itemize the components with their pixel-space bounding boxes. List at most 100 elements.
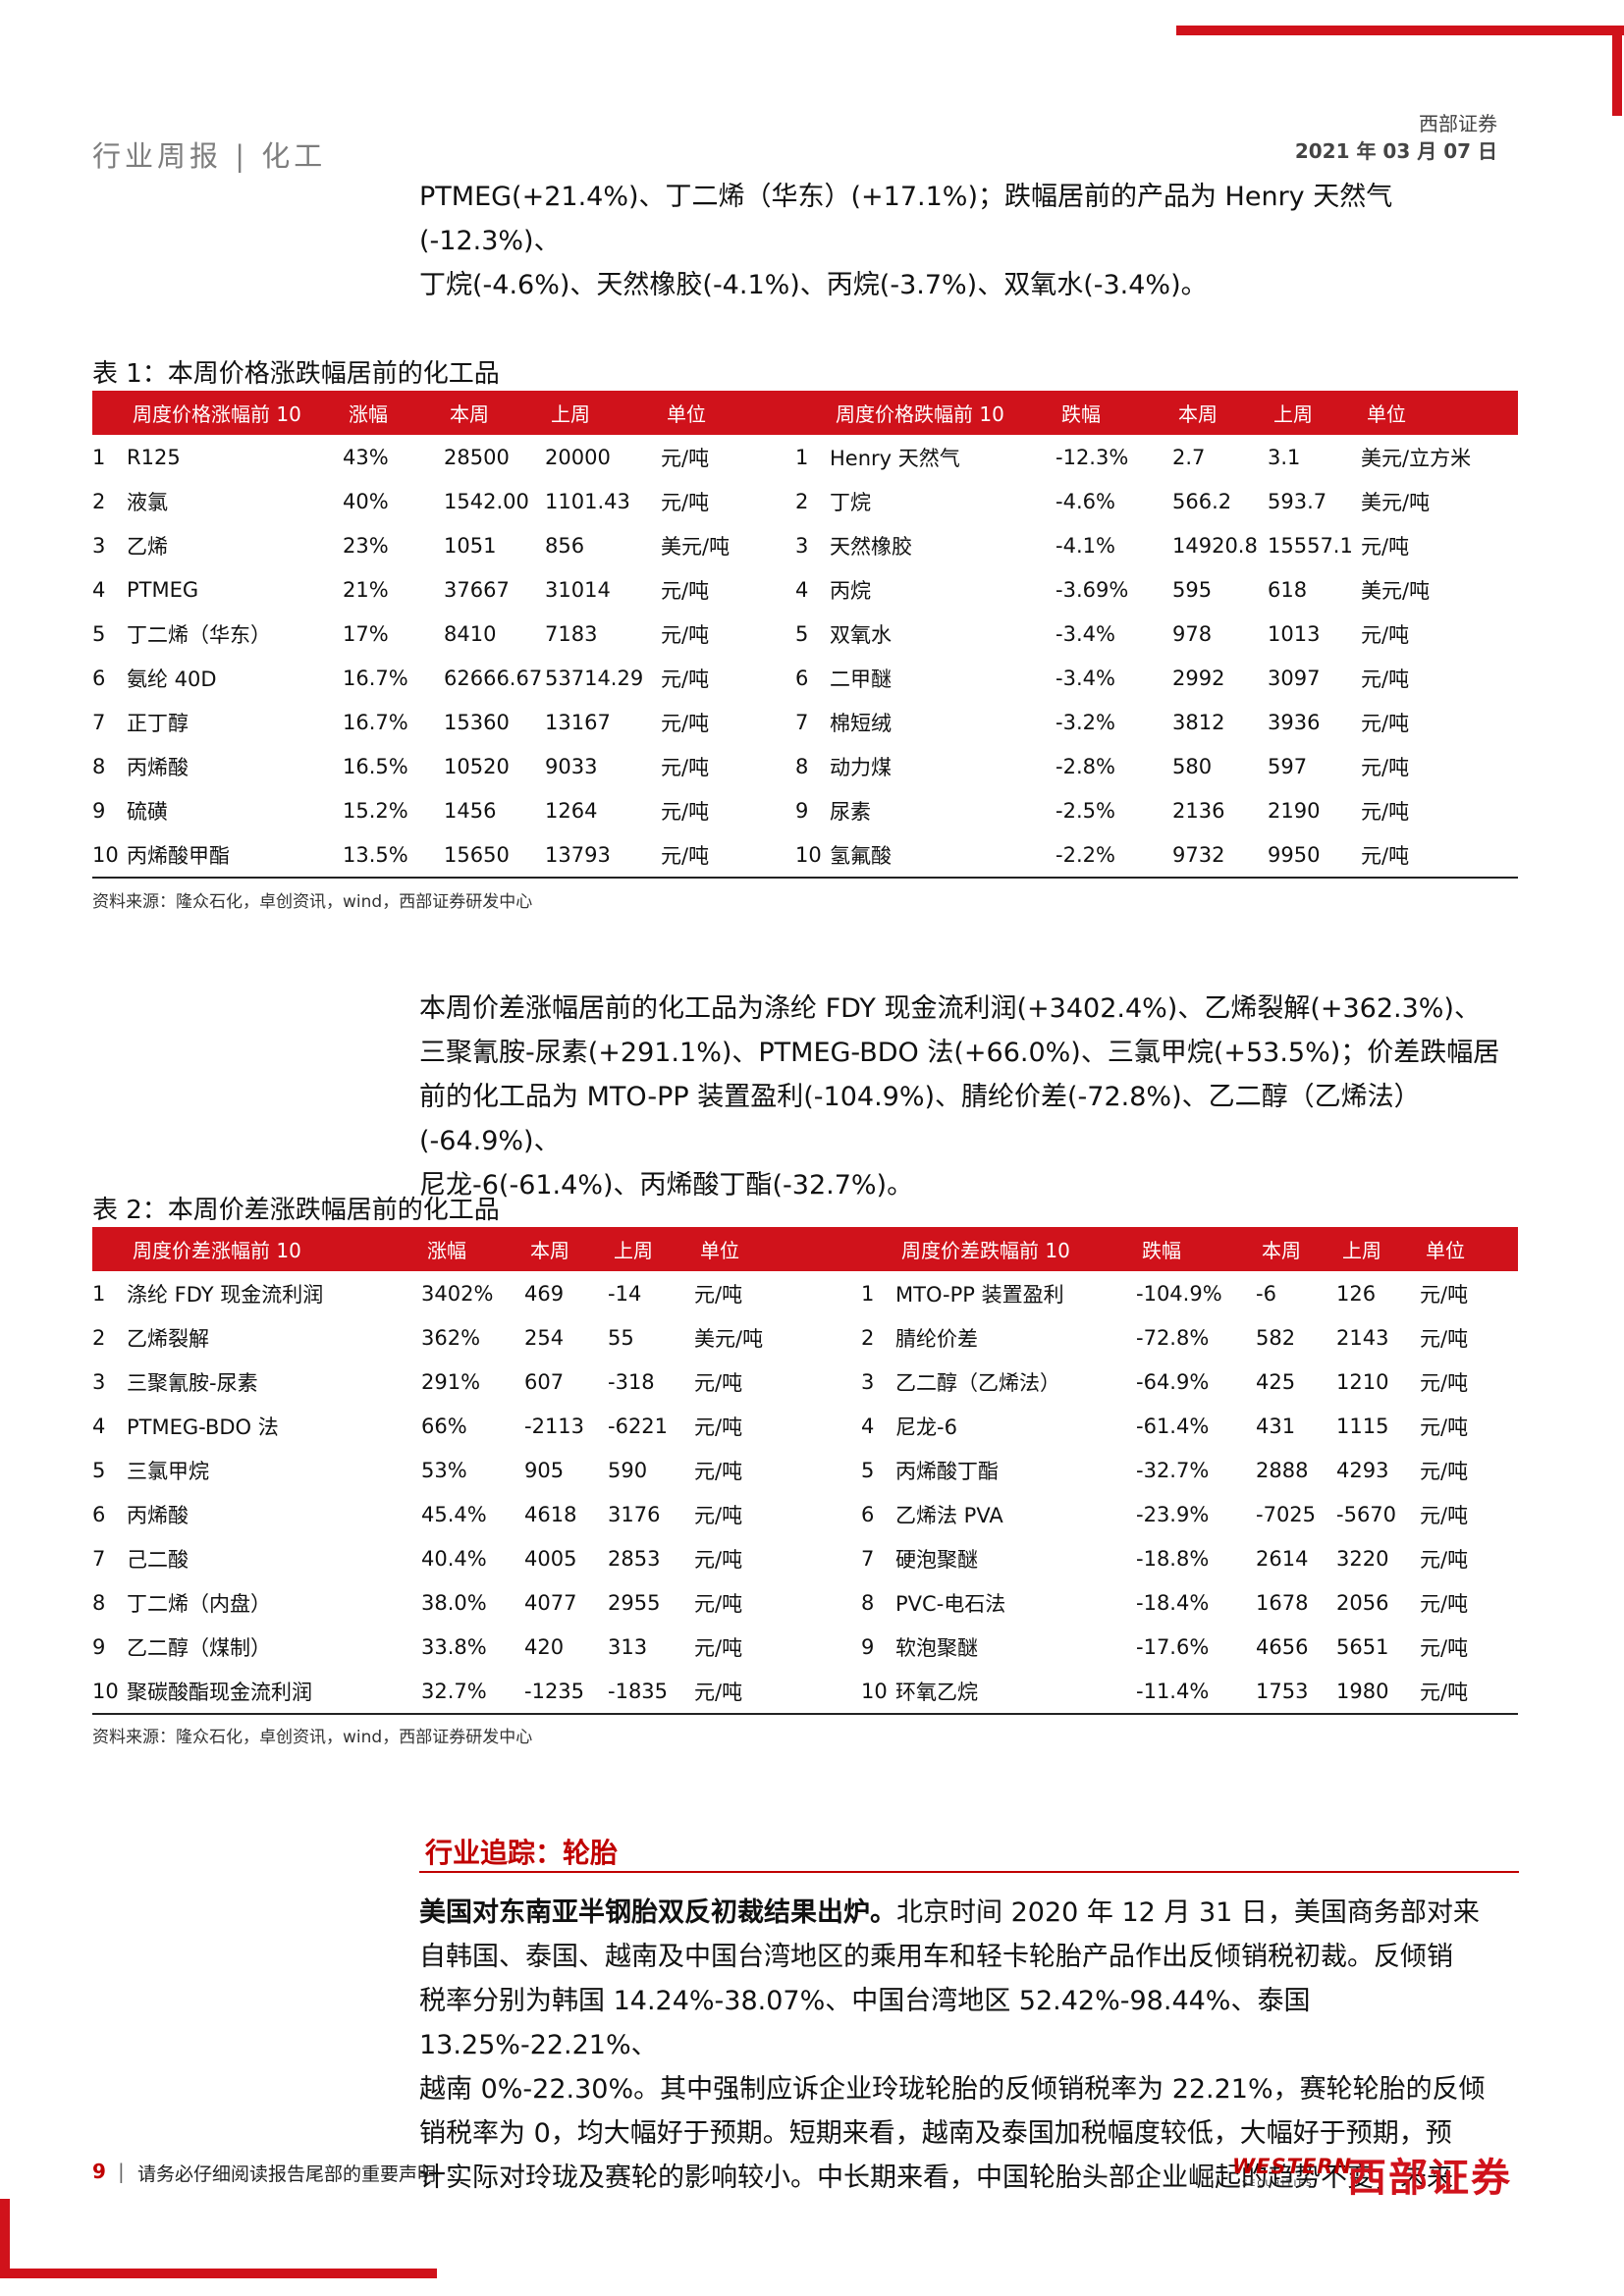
table2-cell: -61.4% xyxy=(1136,1414,1210,1438)
table1-cell: -4.1% xyxy=(1056,533,1115,558)
table2-cell: 2853 xyxy=(608,1546,661,1571)
table1-cell: 乙烯 xyxy=(127,534,168,559)
table2-cell: 元/吨 xyxy=(1420,1282,1469,1307)
table1-cell: 元/吨 xyxy=(661,578,710,603)
bottom-red-bar xyxy=(0,2269,437,2278)
table1-cell: 2.7 xyxy=(1172,445,1206,469)
table1-cell: -2.2% xyxy=(1056,832,1172,879)
table1-row: 5 丁二烯（华东） 17% 8410 7183 元/吨 5 双氧水 -3.4% 978 1013 元/… xyxy=(92,612,1518,656)
table2-cell: 4 xyxy=(92,1414,106,1438)
table2-row: 10 聚碳酸酯现金流利润 32.7% -1235 -1835 元/吨 10 环氧乙烷 -11.4… xyxy=(92,1669,1518,1715)
table1-cell: 1013 xyxy=(1268,621,1321,646)
table1-cell: 16.7% xyxy=(343,666,408,690)
table2-cell: -18.8% xyxy=(1136,1546,1210,1571)
table1-row: 9 硫磺 15.2% 1456 1264 元/吨 9 尿素 -2.5% 2136 2190 元/吨 xyxy=(92,788,1518,832)
report-date: 2021 年 03 月 07 日 xyxy=(1294,139,1497,163)
table2-header: 周度价差涨幅前 10 xyxy=(127,1227,421,1271)
table1-header-row: 周度价格涨幅前 10 涨幅 本周 上周 单位 周度价格跌幅前 10 跌幅 本周 … xyxy=(92,391,1518,435)
table2-cell: 元/吨 xyxy=(1420,1503,1469,1527)
table1-cell: -3.69% xyxy=(1056,577,1129,602)
table1-cell: 2 xyxy=(795,489,809,513)
table1-cell: 28500 xyxy=(444,445,510,469)
table1-cell: Henry 天然气 xyxy=(830,446,960,470)
middle-paragraph: 本周价差涨幅居前的化工品为涤纶 FDY 现金流利润(+3402.4%)、乙烯裂解… xyxy=(419,987,1529,1207)
table2-header: 单位 xyxy=(1420,1227,1518,1271)
table2-cell: PTMEG-BDO 法 xyxy=(127,1415,279,1439)
table1-cell: 元/吨 xyxy=(1361,534,1410,559)
paragraph-line: 前的化工品为 MTO-PP 装置盈利(-104.9%)、腈纶价差(-72.8%)… xyxy=(419,1082,1421,1156)
table1-cell: 1456 xyxy=(444,798,497,823)
table2-row: 5 三氯甲烷 53% 905 590 元/吨 5 丙烯酸丁酯 -32.7% 2888 4293 元/吨 xyxy=(92,1448,1518,1492)
logo-english: WESTERN xyxy=(1232,2155,1353,2178)
table2-cell: 元/吨 xyxy=(1420,1547,1469,1572)
table1-cell: 566.2 xyxy=(1172,489,1232,513)
table2-cell: 元/吨 xyxy=(694,1370,743,1395)
table2-cell: 254 xyxy=(524,1325,565,1350)
paragraph-line: 本周价差涨幅居前的化工品为涤纶 FDY 现金流利润(+3402.4%)、乙烯裂解… xyxy=(419,993,1481,1024)
table2-cell: -32.7% xyxy=(1136,1458,1210,1482)
report-type-title: 行业周报 | 化工 xyxy=(92,139,327,173)
table2-cell: -72.8% xyxy=(1136,1325,1210,1350)
table1-cell: 8410 xyxy=(444,621,497,646)
table1-cell: 23% xyxy=(343,533,389,558)
table2-cell: 元/吨 xyxy=(1420,1591,1469,1616)
table1-cell: 9732 xyxy=(1172,832,1268,879)
table1-cell: 9033 xyxy=(545,754,598,778)
logo-english-sub: SECURITIES xyxy=(1242,2179,1314,2189)
table2-cell: 3176 xyxy=(608,1502,661,1526)
table2-cell: -23.9% xyxy=(1136,1502,1210,1526)
table1-caption: 表 1：本周价格涨跌幅居前的化工品 xyxy=(92,359,500,389)
table1-cell: 15.2% xyxy=(343,798,408,823)
table2-cell: 三聚氰胺-尿素 xyxy=(127,1370,258,1395)
table2-row: 1 涤纶 FDY 现金流利润 3402% 469 -14 元/吨 1 MTO-PP 装置盈利 -… xyxy=(92,1271,1518,1315)
table2-cell: 元/吨 xyxy=(694,1503,743,1527)
paragraph-line: 自韩国、泰国、越南及中国台湾地区的乘用车和轻卡轮胎产品作出反倾销税初裁。反倾销 xyxy=(419,1942,1453,1972)
table2-cell: 元/吨 xyxy=(1420,1669,1518,1715)
table2-cell: 丙烯酸丁酯 xyxy=(895,1459,999,1483)
broker-name: 西部证券 xyxy=(1419,112,1497,135)
table2-cell: 硬泡聚醚 xyxy=(895,1547,978,1572)
paragraph-line: 美国对东南亚半钢胎双反初裁结果出炉。北京时间 2020 年 12 月 31 日，… xyxy=(419,1891,1529,1935)
table2-header: 本周 xyxy=(1256,1227,1336,1271)
table2-cell: -17.6% xyxy=(1136,1634,1210,1659)
top-red-bar xyxy=(1176,26,1624,35)
table2-cell: 425 xyxy=(1256,1369,1296,1394)
table1-cell: -12.3% xyxy=(1056,445,1129,469)
table1-cell: 丁烷 xyxy=(830,490,871,514)
paragraph-line: 尼龙-6(-61.4%)、丙烯酸丁酯(-32.7%)。 xyxy=(419,1170,914,1201)
table2-row: 7 己二酸 40.4% 4005 2853 元/吨 7 硬泡聚醚 -18.8% 2614 3220 元… xyxy=(92,1536,1518,1580)
table1-cell: 美元/吨 xyxy=(1361,490,1431,514)
table2-cell: 元/吨 xyxy=(1420,1415,1469,1439)
table2-cell: 4005 xyxy=(524,1546,577,1571)
table1-cell: 2992 xyxy=(1172,666,1225,690)
table1-cell: -3.4% xyxy=(1056,621,1115,646)
table1-cell: 16.5% xyxy=(343,754,408,778)
table2-cell: 元/吨 xyxy=(694,1669,861,1715)
table2-cell: 4 xyxy=(861,1414,875,1438)
table1-cell: 动力煤 xyxy=(830,755,892,779)
table2-cell: 7 xyxy=(92,1546,106,1571)
table2-cell: 10 xyxy=(92,1669,127,1715)
table2-cell: 9 xyxy=(861,1634,875,1659)
table1-cell: 元/吨 xyxy=(1361,622,1410,647)
table2-cell: 4656 xyxy=(1256,1634,1309,1659)
table1-cell: -2.8% xyxy=(1056,754,1115,778)
table1-cell: 1 xyxy=(92,445,106,469)
table1-cell: 21% xyxy=(343,577,389,602)
table1-cell: 元/吨 xyxy=(1361,799,1410,824)
table2-cell: 1115 xyxy=(1336,1414,1389,1438)
table2-cell: 乙二醇（乙烯法） xyxy=(895,1370,1060,1395)
footer-disclaimer: 请务必仔细阅读报告尾部的重要声明 xyxy=(137,2163,437,2185)
table2-cell: 6 xyxy=(92,1502,106,1526)
table2-cell: 乙烯裂解 xyxy=(127,1326,209,1351)
table1-cell: 5 xyxy=(795,621,809,646)
table1-cell: 丁二烯（华东） xyxy=(127,622,271,647)
table2-cell: 三氯甲烷 xyxy=(127,1459,209,1483)
table2-cell: 469 xyxy=(524,1281,565,1306)
table1-cell: 595 xyxy=(1172,577,1213,602)
table1-cell: 3 xyxy=(795,533,809,558)
paragraph-line: 越南 0%-22.30%。其中强制应诉企业玲珑轮胎的反倾销税率为 22.21%，… xyxy=(419,2074,1486,2105)
table1-cell: 3.1 xyxy=(1268,445,1301,469)
table1-cell: 7 xyxy=(795,710,809,734)
table1-cell: 9 xyxy=(92,798,106,823)
